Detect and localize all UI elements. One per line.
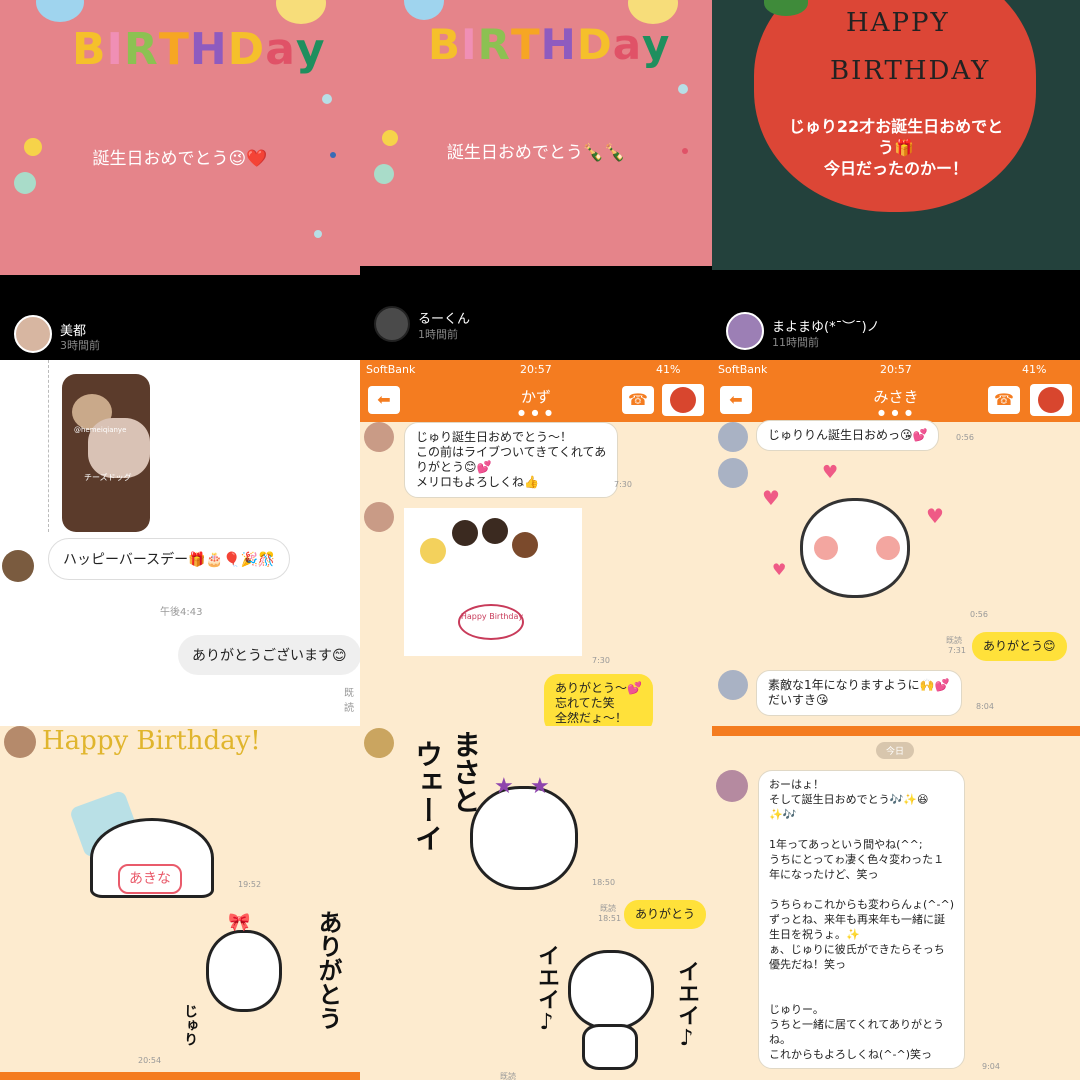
confetti-dot [314,230,322,238]
avatar[interactable] [364,422,394,452]
timestamp: 7:30 [592,656,610,665]
status-bar: SoftBank 20:57 41% [360,360,712,378]
story-title-line1: HAPPY [846,8,950,38]
chat-header: ⬅ みさき ● ● ● ☎ [712,378,1080,422]
birthday-sticker: Happy Birthday [404,508,582,656]
status-bar: SoftBank 20:57 41% [712,360,1080,378]
read-label: 既読 [946,636,962,645]
signature: じゅり [182,1004,198,1046]
timestamp: 19:52 [238,880,262,889]
sent-message: ありがとう😊 [972,632,1067,661]
page-dots: ● ● ● [517,408,555,417]
seen-label: 既読 [344,688,354,714]
story-title-line2: BIRTHDAY [830,56,991,86]
avatar[interactable] [374,306,410,342]
line-long-message: 今日 おーはょ！ そして誕生日おめでとう🎶✨😆 ✨🎶 1年ってあっという間やね(… [712,726,1080,1080]
confetti-dot [14,172,36,194]
sent-message: ありがとうございます😊 [178,635,360,675]
story-footer: まよまゆ(*¯︶¯)ノ 11時間前 [712,270,1080,360]
post-time: 1時間前 [418,328,458,341]
thanks-text: ありがとう [314,910,342,1030]
sent-message: ありがとう～💕 忘れてた笑 全然だょ～！ [544,674,653,726]
cat-sticker [564,950,660,1070]
profile-icon[interactable] [662,384,704,416]
story-message: 誕生日おめでとう🍾🍾 [446,143,626,163]
story-tile-3[interactable]: HAPPY BIRTHDAY じゅり22才お誕生日おめでと う🎁 今日だったのか… [712,0,1080,360]
avatar[interactable] [14,315,52,353]
timestamp: 8:04 [976,702,994,711]
username: るーくん [418,312,471,327]
timestamp: 18:50 [592,878,616,887]
story-tile-2[interactable]: BIRTHDay 誕生日おめでとう🍾🍾 るーくん 1時間前 [360,0,712,360]
rabbit-hearts-sticker: ♥ ♥ ♥ ♥ [762,462,962,610]
sticker-tile-akina: Happy Birthday! あきな 19:52 🎀 ありがとう じゅり 20… [0,726,360,1080]
received-message: じゅりりん誕生日おめっ😘💕 [756,420,940,451]
story-message: じゅり22才お誕生日おめでと う🎁 今日だったのかー！ [788,117,1004,178]
avatar[interactable] [718,458,748,488]
received-message: ハッピーバースデー🎁🎂🎈🎉🎊 [48,538,291,580]
avatar[interactable] [718,422,748,452]
received-message: おーはょ！ そして誕生日おめでとう🎶✨😆 ✨🎶 1年ってあっという間やね(^^;… [758,770,965,1069]
cheer-left: イエイ♪ [534,944,559,1035]
post-time: 3時間前 [60,339,100,352]
chat-header: ⬅ かず ● ● ● ☎ [360,378,712,422]
chat-title: かず [520,388,551,406]
timestamp: 7:31 [948,646,966,655]
bottom-bar [0,1072,360,1080]
avatar[interactable] [364,502,394,532]
received-message: じゅり誕生日おめでとう～！ この前はライブついてきてくれてあ りがとう😊💕 メリ… [404,422,619,498]
cheer-right: イエイ♪ [674,960,699,1051]
page-dots: ● ● ● [877,408,915,417]
sticker-header: Happy Birthday! [42,726,261,756]
avatar[interactable] [716,770,748,802]
received-message: 素敵な1年になりますように🙌💕 だいすき😘 [756,670,962,716]
thread-line [48,360,49,532]
timestamp: 7:30 [614,480,632,489]
photo-caption: チーズドッグ [84,473,132,482]
birthday-title: BIRTHDay [428,20,671,69]
username: まよまゆ(*¯︶¯)ノ [772,320,880,335]
avatar[interactable] [2,550,34,582]
line-chat-kazu: SoftBank 20:57 41% ⬅ かず ● ● ● ☎ じゅり誕生日おめ… [360,360,712,726]
avatar[interactable] [718,670,748,700]
date-separator: 今日 [876,742,915,759]
timestamp: 午後4:43 [160,607,203,618]
timestamp: 0:56 [970,610,988,619]
call-button[interactable]: ☎ [988,386,1020,414]
avatar[interactable] [4,726,36,758]
call-button[interactable]: ☎ [622,386,654,414]
read-label: 既読 [500,1072,516,1080]
bear-sticker: ★ ★ [470,772,580,892]
birthday-title: BIRTHDay [72,24,326,75]
confetti-dot [374,164,394,184]
rabbit-thanks-sticker: 🎀 [198,904,284,1034]
shared-photo[interactable]: @hemeiqianye チーズドッグ [62,374,150,532]
avatar[interactable] [364,728,394,758]
profile-icon[interactable] [1030,384,1072,416]
timestamp: 0:56 [956,433,974,442]
story-footer: るーくん 1時間前 [360,266,712,360]
timestamp: 20:54 [138,1056,162,1065]
top-bar [712,726,1080,736]
read-label: 既読 [600,904,616,913]
chat-title: みさき [873,388,919,406]
sticker-tile-masato: まさと ウェーイ ★ ★ 18:50 既読 18:51 ありがとう イエイ♪ イ… [360,726,712,1080]
rabbit-sticker: あきな [66,778,222,898]
confetti-dot [322,94,332,104]
instagram-dm-tile: @hemeiqianye チーズドッグ ハッピーバースデー🎁🎂🎈🎉🎊 午後4:4… [0,360,360,726]
timestamp: 18:51 [598,914,622,923]
story-message: 誕生日おめでとう😉❤️ [92,149,268,169]
story-tile-1[interactable]: BIRTHDay 誕生日おめでとう😉❤️ 美都 3時間前 [0,0,360,360]
avatar[interactable] [726,312,764,350]
line-chat-misaki: SoftBank 20:57 41% ⬅ みさき ● ● ● ☎ じゅりりん誕生… [712,360,1080,726]
photo-tag: @hemeiqianye [74,426,127,434]
collage-grid: BIRTHDay 誕生日おめでとう😉❤️ 美都 3時間前 BIRTHDay 誕生… [0,0,1080,1080]
sent-message: ありがとう [624,900,707,929]
confetti-dot [678,84,688,94]
sticker-text-cheer: ウェーイ [411,740,444,852]
story-footer: 美都 3時間前 [0,275,360,360]
timestamp: 9:04 [982,1062,1000,1071]
post-time: 11時間前 [772,336,819,349]
